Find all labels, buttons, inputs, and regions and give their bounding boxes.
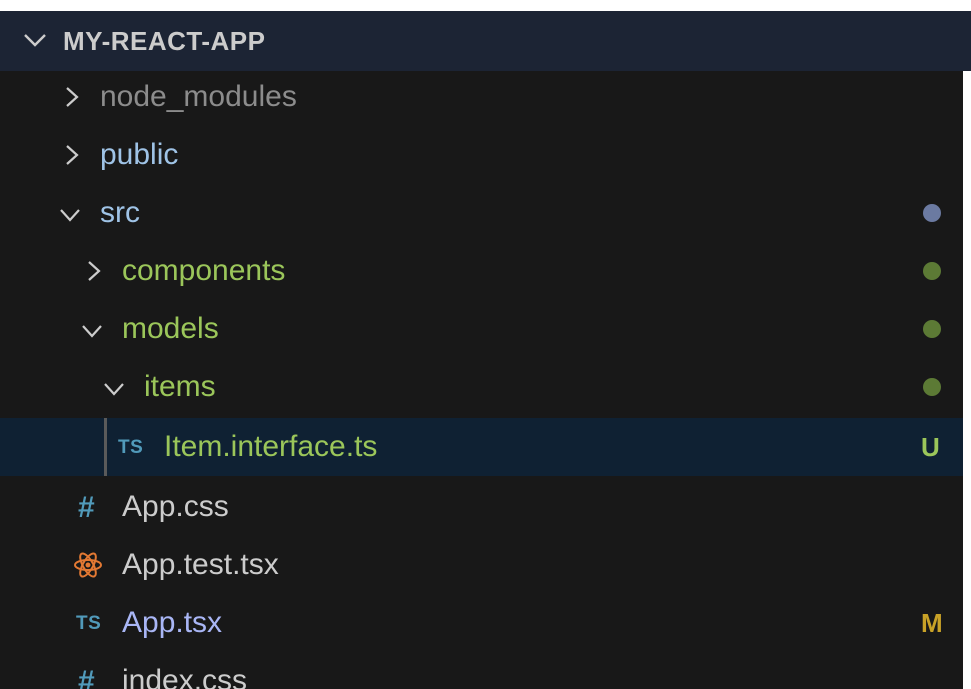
- top-margin: [0, 0, 971, 11]
- indent-guide: [104, 418, 107, 476]
- tree-item-label: public: [100, 138, 179, 171]
- tree-item-src[interactable]: src: [0, 184, 971, 242]
- tree-item-label: items: [144, 370, 216, 403]
- git-status-badge: U: [921, 432, 940, 462]
- typescript-file-icon: TS: [76, 613, 102, 634]
- tree-item-components[interactable]: components: [0, 242, 971, 300]
- tree-item-label: App.test.tsx: [122, 548, 279, 581]
- untracked-dot-icon: [923, 378, 941, 396]
- tree-item-items[interactable]: items: [0, 358, 971, 416]
- tree-item-models[interactable]: models: [0, 300, 971, 358]
- css-file-icon: #: [78, 665, 95, 689]
- untracked-dot-icon: [923, 320, 941, 338]
- react-icon: [74, 552, 102, 578]
- typescript-file-icon: TS: [118, 437, 144, 458]
- tree-item-label: Item.interface.ts: [164, 430, 378, 463]
- tree-item-app-test-tsx[interactable]: App.test.tsx: [0, 536, 971, 594]
- tree-item-label: components: [122, 254, 286, 287]
- css-file-icon: #: [78, 491, 95, 524]
- explorer-title: MY-REACT-APP: [63, 26, 266, 56]
- chevron-down-icon: [60, 209, 80, 222]
- chevron-down-icon: [104, 383, 124, 396]
- chevron-right-icon: [88, 261, 101, 281]
- chevron-down-icon: [24, 34, 46, 47]
- explorer-header-my-react-app[interactable]: MY-REACT-APP: [0, 11, 971, 71]
- chevron-down-icon: [82, 325, 102, 338]
- untracked-dot-icon: [923, 262, 941, 280]
- file-explorer: MY-REACT-APP node_modules public src com…: [0, 0, 971, 689]
- tree-item-app-css[interactable]: # App.css: [0, 478, 971, 536]
- right-margin: [963, 71, 971, 689]
- tree-item-index-css[interactable]: # index.css: [0, 652, 971, 689]
- tree-item-public[interactable]: public: [0, 126, 971, 184]
- tree-item-label: src: [100, 196, 140, 229]
- chevron-right-icon: [66, 87, 79, 107]
- tree-item-item-interface-ts[interactable]: TS Item.interface.ts U: [0, 418, 971, 476]
- git-status-badge: M: [921, 608, 943, 638]
- tree-item-label: models: [122, 312, 219, 345]
- tree-item-node-modules[interactable]: node_modules: [0, 68, 971, 126]
- tree-item-label: node_modules: [100, 80, 297, 113]
- tree-item-label: App.css: [122, 490, 229, 523]
- modified-dot-icon: [923, 204, 941, 222]
- tree-item-label: index.css: [122, 664, 248, 689]
- chevron-right-icon: [66, 145, 79, 165]
- tree-item-label: App.tsx: [122, 606, 223, 639]
- tree-item-app-tsx[interactable]: TS App.tsx M: [0, 594, 971, 652]
